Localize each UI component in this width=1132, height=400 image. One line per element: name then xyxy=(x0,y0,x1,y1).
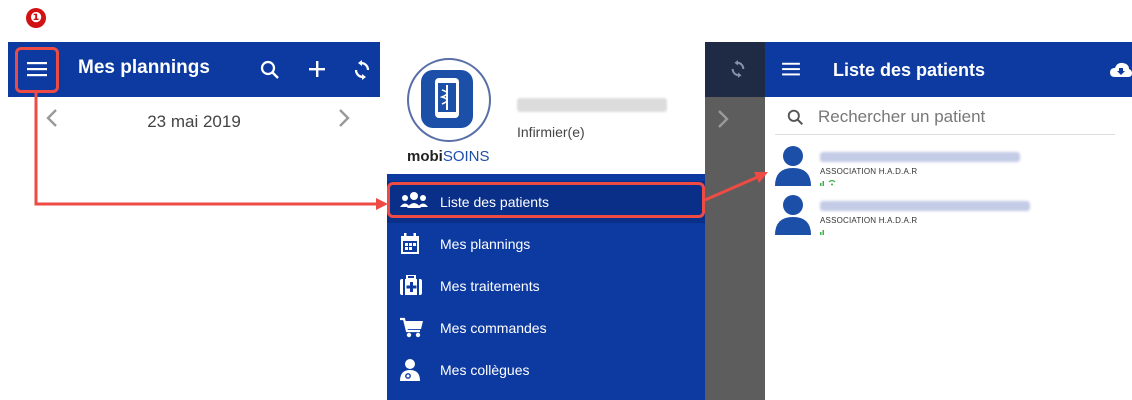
arrow-to-drawer xyxy=(34,93,380,206)
arrow-to-patients xyxy=(704,174,761,202)
arrow-head-drawer xyxy=(376,198,388,210)
callout-arrows xyxy=(34,93,768,210)
